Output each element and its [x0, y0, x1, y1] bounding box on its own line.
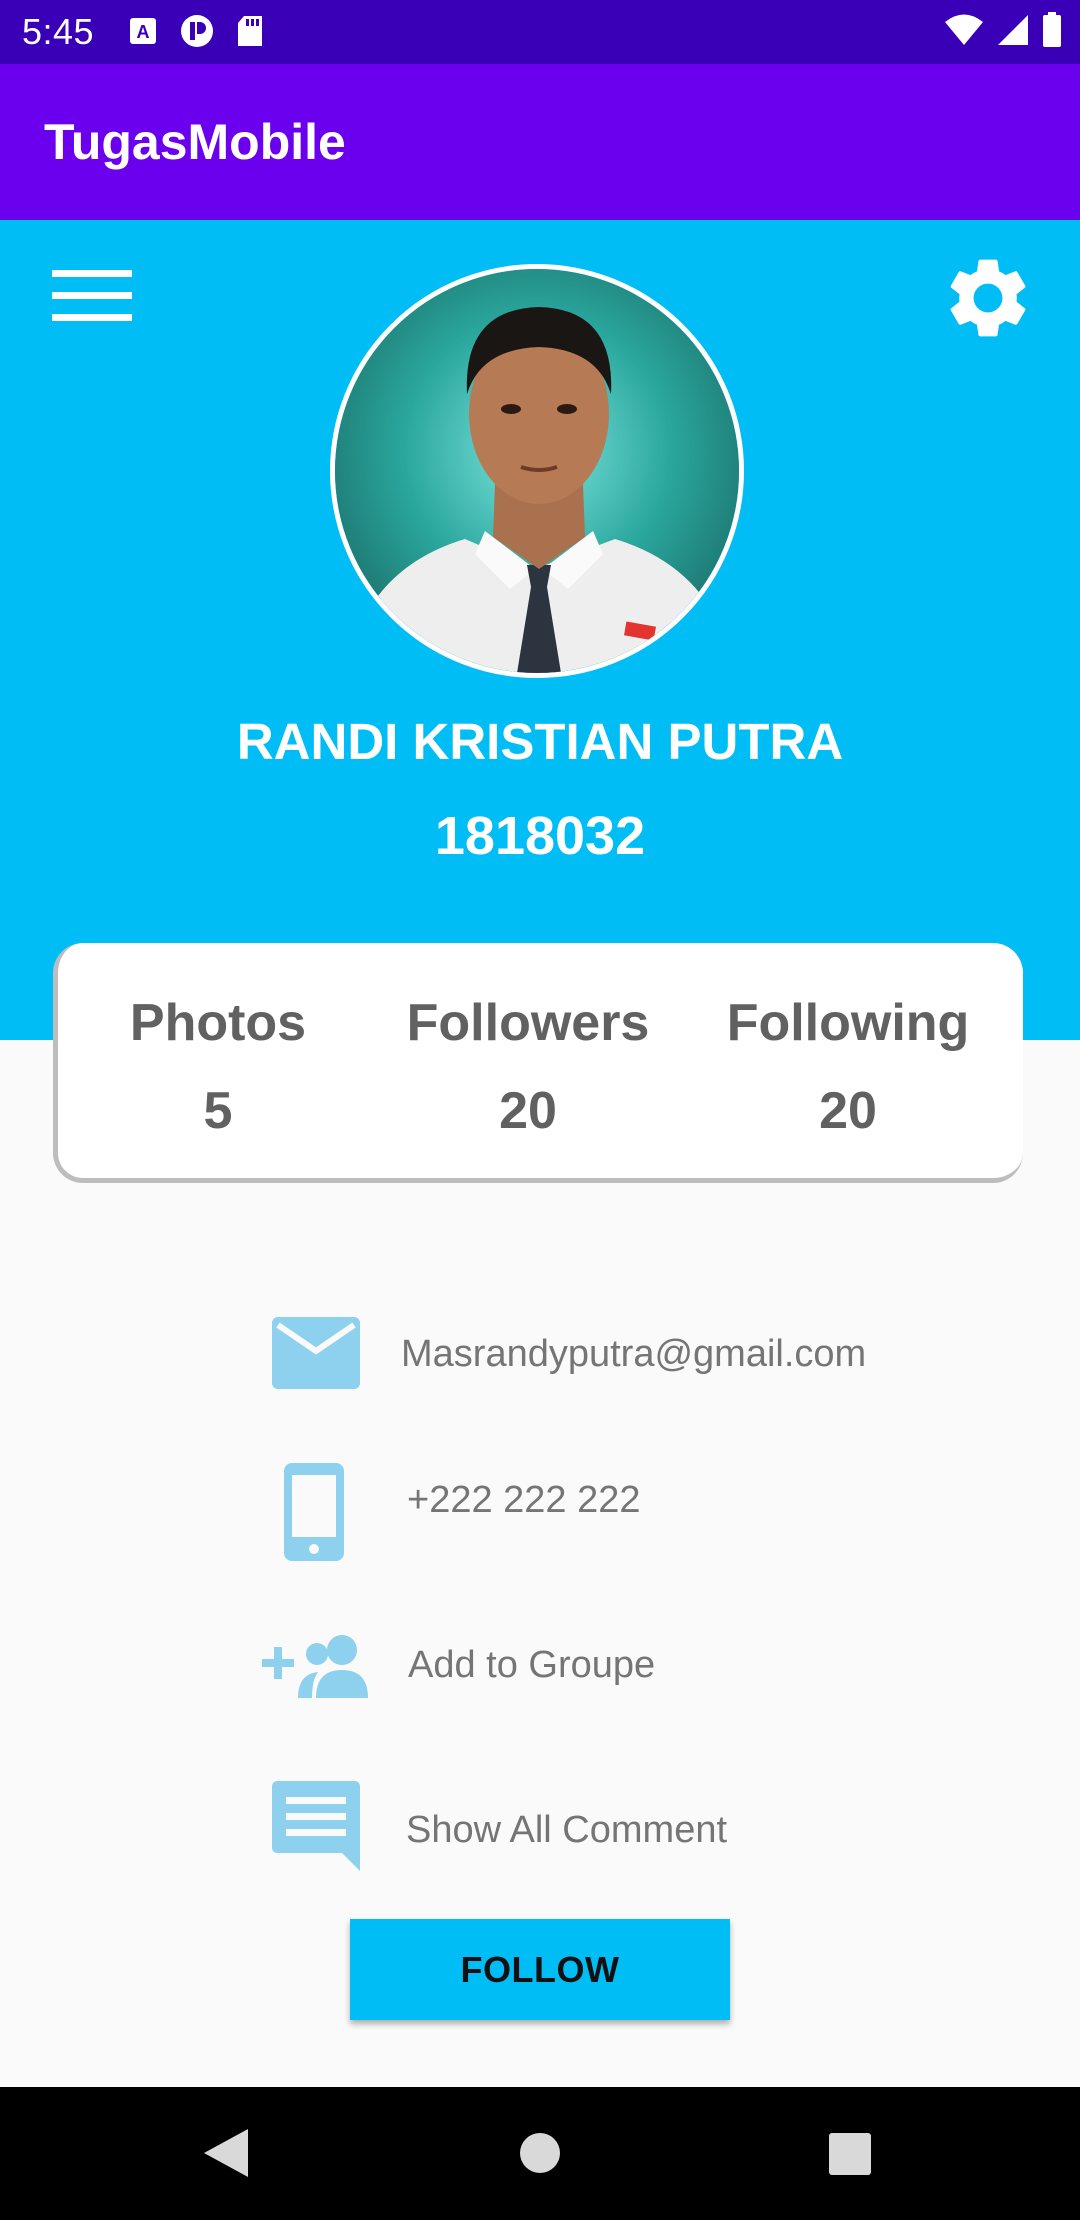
stat-followers[interactable]: Followers 20: [378, 993, 678, 1141]
avatar[interactable]: [330, 264, 744, 678]
app-title: TugasMobile: [44, 114, 346, 170]
profile-id: 1818032: [434, 806, 646, 866]
add-group-icon: [262, 1635, 368, 1698]
stat-value: 5: [203, 1082, 233, 1140]
add-group-text: Add to Groupe: [408, 1644, 656, 1686]
contact-email[interactable]: Masrandyputra@gmail.com: [0, 1303, 1080, 1413]
phone-text: +222 222 222: [407, 1479, 641, 1521]
contact-comments[interactable]: Show All Comment: [0, 1775, 1080, 1885]
email-text: Masrandyputra@gmail.com: [401, 1333, 867, 1375]
stat-label: Photos: [129, 994, 307, 1052]
stat-following[interactable]: Following 20: [698, 993, 998, 1141]
wifi-icon: [945, 14, 983, 45]
phone-icon: [284, 1463, 344, 1561]
nav-bar: [0, 2087, 1080, 2220]
status-notifications: A: [128, 14, 264, 48]
back-icon[interactable]: [204, 2129, 248, 2177]
stat-value: 20: [499, 1082, 557, 1140]
gear-icon[interactable]: [940, 250, 1036, 346]
follow-button[interactable]: FOLLOW: [350, 1919, 730, 2020]
signal-icon: [998, 15, 1028, 45]
status-system-icons: [944, 12, 1062, 48]
hamburger-menu-icon[interactable]: [50, 266, 134, 326]
comment-icon: [272, 1781, 360, 1871]
recents-icon[interactable]: [829, 2133, 871, 2175]
status-bar: 5:45 A: [0, 0, 1080, 64]
app-bar: TugasMobile: [0, 64, 1080, 220]
comments-text: Show All Comment: [406, 1809, 728, 1851]
profile-photo: [335, 269, 739, 673]
stats-card: Photos 5 Followers 20 Following 20: [53, 943, 1023, 1183]
status-time: 5:45: [22, 11, 95, 52]
profile-name: RANDI KRISTIAN PUTRA: [236, 713, 844, 770]
home-icon[interactable]: [519, 2132, 561, 2174]
contact-add-group[interactable]: Add to Groupe: [0, 1608, 1080, 1718]
svg-text:A: A: [137, 22, 150, 42]
stat-label: Followers: [406, 994, 650, 1052]
stat-label: Following: [726, 994, 970, 1052]
a-notification-icon: A: [130, 18, 156, 44]
sd-card-icon: [238, 16, 262, 46]
stat-value: 20: [819, 1082, 877, 1140]
battery-icon: [1043, 12, 1061, 47]
contact-phone[interactable]: +222 222 222: [0, 1455, 1080, 1565]
stat-photos[interactable]: Photos 5: [98, 993, 338, 1141]
p-notification-icon: [181, 15, 213, 47]
email-icon: [272, 1317, 360, 1389]
